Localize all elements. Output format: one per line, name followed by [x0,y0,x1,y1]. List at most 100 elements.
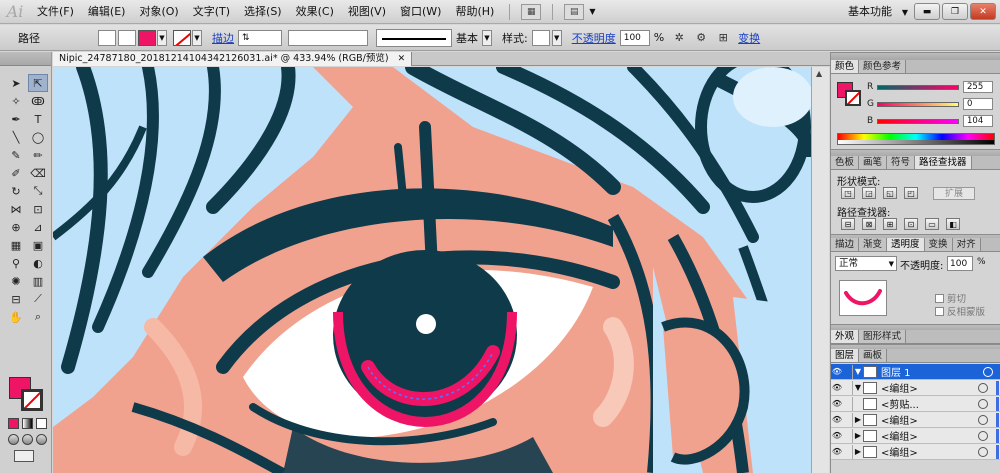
column-graph-tool-icon[interactable]: ▥ [28,272,48,290]
opacity-input[interactable]: 100 [619,29,650,46]
variable-width-select[interactable] [288,29,368,46]
red-slider[interactable] [877,84,959,90]
lock-toggle[interactable] [843,412,853,427]
red-value-input[interactable]: 255 [963,81,993,93]
outline-icon[interactable]: ▭ [925,218,939,230]
tab-swatches[interactable]: 色板 [831,156,860,169]
blue-slider[interactable] [877,118,959,124]
artboard-canvas[interactable] [53,67,811,473]
eyedropper-tool-icon[interactable]: ⚲ [6,254,26,272]
target-icon[interactable] [978,414,988,425]
tab-transparency[interactable]: 透明度 [887,238,925,251]
chevron-down-icon[interactable]: ▼ [589,7,595,16]
tab-graphic-styles[interactable]: 图形样式 [859,330,907,343]
target-icon[interactable] [978,446,988,457]
type-tool-icon[interactable]: T [28,110,48,128]
layer-row[interactable]: 👁 <剪贴... [831,396,1000,412]
transparency-opacity-input[interactable]: 100 [947,256,973,271]
intersect-icon[interactable]: ◱ [883,187,897,199]
eye-icon[interactable]: 👁 [831,429,843,443]
none-mode-icon[interactable] [36,418,47,429]
bridge-icon[interactable]: ▦ [521,3,542,20]
target-icon[interactable] [978,398,988,409]
eye-icon[interactable]: 👁 [831,445,843,459]
fill-color-swatch[interactable] [138,29,156,46]
lock-toggle[interactable] [843,396,853,411]
hand-tool-icon[interactable]: ✋ [6,308,26,326]
gradient-mode-icon[interactable] [22,418,33,429]
layer-name[interactable]: <编组> [881,444,978,459]
lock-toggle[interactable] [843,364,853,379]
slice-tool-icon[interactable]: ⟋ [28,290,48,308]
eye-icon[interactable]: 👁 [831,381,843,395]
trim-icon[interactable]: ⊠ [862,218,876,230]
chevron-right-icon[interactable]: ▶ [853,415,863,424]
shape-builder-tool-icon[interactable]: ⊕ [6,218,26,236]
restore-icon[interactable]: ❐ [942,3,968,20]
lock-toggle[interactable] [843,428,853,443]
document-setup-icon[interactable]: ⚙ [692,30,710,46]
free-transform-tool-icon[interactable]: ⊡ [28,200,48,218]
pen-tool-icon[interactable]: ✒ [6,110,26,128]
ellipse-tool-icon[interactable]: ◯ [28,128,48,146]
invert-mask-checkbox[interactable]: 反相蒙版 [935,304,985,318]
draw-normal-icon[interactable] [8,434,19,445]
clip-checkbox[interactable]: 剪切 [935,291,966,305]
color-spectrum[interactable] [837,133,995,145]
draw-behind-icon[interactable] [22,434,33,445]
tab-gradient[interactable]: 渐变 [859,238,888,251]
lock-toggle[interactable] [843,380,853,395]
menu-view[interactable]: 视图(V) [341,0,393,24]
stroke-weight-input[interactable]: ⇅ [238,29,282,46]
scale-tool-icon[interactable]: ⤡ [28,182,48,200]
target-icon[interactable] [978,430,988,441]
crop-icon[interactable]: ⊡ [904,218,918,230]
transform-link[interactable]: 变换 [738,30,760,46]
draw-inside-icon[interactable] [36,434,47,445]
document-tab[interactable]: Nipic_24787180_20181214104342126031.ai* … [53,52,413,66]
align-icon[interactable]: ⊞ [714,30,732,46]
tab-symbols[interactable]: 符号 [887,156,916,169]
menu-window[interactable]: 窗口(W) [393,0,448,24]
paintbrush-tool-icon[interactable]: ✎ [6,146,26,164]
mesh-tool-icon[interactable]: ▦ [6,236,26,254]
checkbox-box[interactable] [935,306,944,316]
selection-tool-icon[interactable]: ➤ [6,74,26,92]
menu-edit[interactable]: 编辑(E) [81,0,133,24]
stroke-color-swatch[interactable] [173,29,191,46]
layer-name[interactable]: <编组> [881,412,978,427]
tab-transform[interactable]: 变换 [924,238,953,251]
chevron-right-icon[interactable]: ▶ [853,447,863,456]
artboard-tool-icon[interactable]: ⊟ [6,290,26,308]
chevron-down-icon[interactable]: ▼ [853,383,863,392]
vertical-scrollbar[interactable]: ▲ [811,67,829,473]
workspace-switcher[interactable]: 基本功能 [848,0,892,24]
blob-brush-tool-icon[interactable]: ✐ [6,164,26,182]
eye-icon[interactable]: 👁 [831,365,843,379]
layer-row[interactable]: 👁 ▼ <编组> [831,380,1000,396]
brush-definition-select[interactable] [376,28,452,47]
arrange-documents-icon[interactable]: ▤ [564,3,585,20]
tab-align[interactable]: 对齐 [952,238,981,251]
minus-back-icon[interactable]: ◧ [946,218,960,230]
menu-effect[interactable]: 效果(C) [289,0,341,24]
layer-name[interactable]: <编组> [881,428,978,443]
chevron-down-icon[interactable]: ▼ [192,29,202,46]
eraser-tool-icon[interactable]: ⌫ [28,164,48,182]
lock-toggle[interactable] [843,444,853,459]
tab-color[interactable]: 颜色 [831,60,860,73]
pencil-tool-icon[interactable]: ✏ [28,146,48,164]
target-icon[interactable] [983,366,993,377]
eye-icon[interactable]: 👁 [831,397,843,411]
color-stroke-swatch[interactable] [845,90,861,106]
layer-name[interactable]: <编组> [881,380,978,395]
layer-row[interactable]: 👁 ▶ <编组> [831,428,1000,444]
rotate-tool-icon[interactable]: ↻ [6,182,26,200]
tab-appearance[interactable]: 外观 [831,330,860,343]
chevron-down-icon[interactable]: ▼ [551,29,562,46]
blend-tool-icon[interactable]: ◐ [28,254,48,272]
chevron-down-icon[interactable]: ▼ [889,257,894,271]
isolate-icon[interactable] [98,29,116,46]
chevron-down-icon[interactable]: ▼ [157,29,167,46]
blend-mode-select[interactable]: 正常 ▼ [835,256,897,271]
